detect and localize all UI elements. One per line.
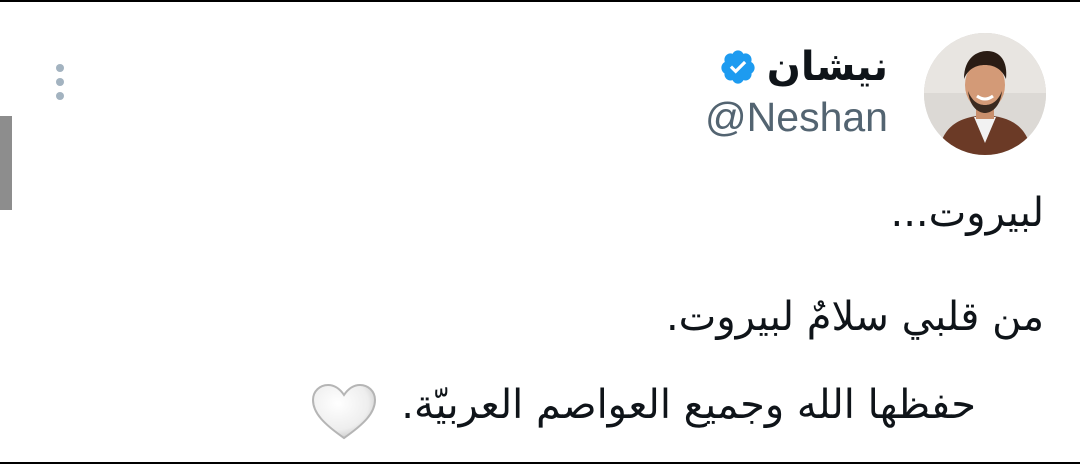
avatar-photo — [924, 33, 1046, 155]
more-dot-icon — [56, 92, 64, 100]
author-display-name[interactable]: نيشان — [767, 40, 888, 94]
author-handle[interactable]: @Neshan — [705, 92, 888, 142]
tweet-text-line: من قلبي سلامٌ لبيروت. — [665, 294, 1044, 340]
tweet-text-line: لبيروت... — [890, 190, 1044, 236]
avatar[interactable] — [924, 33, 1046, 155]
more-dot-icon — [56, 64, 64, 72]
more-options-button[interactable] — [46, 58, 74, 106]
author-name-row[interactable]: نيشان — [719, 40, 888, 94]
tweet-text-line: حفظها الله وجميع العواصم العربيّة. — [401, 382, 976, 428]
verified-badge-icon — [721, 50, 755, 84]
more-dot-icon — [56, 78, 64, 86]
edge-scroll-handle[interactable] — [0, 116, 12, 210]
top-divider — [0, 0, 1080, 2]
white-heart-icon — [311, 383, 377, 440]
